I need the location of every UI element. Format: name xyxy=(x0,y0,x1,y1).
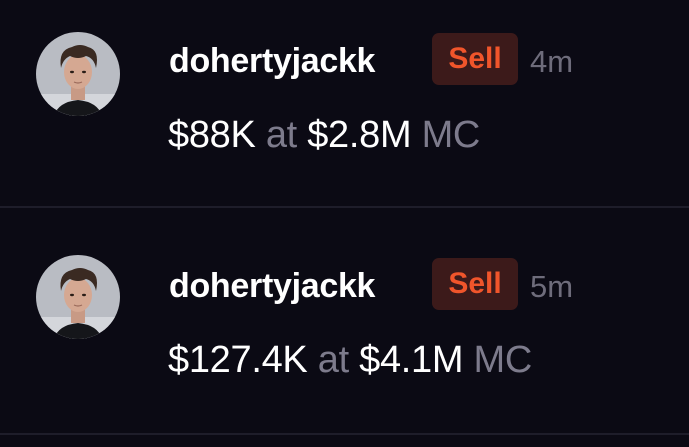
mc-label: MC xyxy=(421,114,481,156)
trade-row[interactable]: dohertyjackk Sell 4m $88K at $2.8M MC xyxy=(0,0,689,205)
username[interactable]: dohertyjackk xyxy=(169,42,375,81)
row-divider xyxy=(0,433,689,435)
avatar[interactable] xyxy=(36,32,120,116)
trade-summary: $127.4K at $4.1M MC xyxy=(168,339,532,382)
at-label: at xyxy=(317,339,349,381)
sell-badge: Sell xyxy=(432,33,518,85)
user-photo-avatar-icon xyxy=(36,255,120,339)
trade-amount: $127.4K xyxy=(168,339,308,381)
username[interactable]: dohertyjackk xyxy=(169,267,375,306)
mc-label: MC xyxy=(473,339,533,381)
market-cap-value: $2.8M xyxy=(307,114,412,156)
row-divider xyxy=(0,206,689,208)
market-cap-value: $4.1M xyxy=(359,339,464,381)
timestamp: 4m xyxy=(530,44,574,79)
sell-badge: Sell xyxy=(432,258,518,310)
user-photo-avatar-icon xyxy=(36,32,120,116)
trade-feed: dohertyjackk Sell 4m $88K at $2.8M MC do… xyxy=(0,0,689,447)
trade-summary: $88K at $2.8M MC xyxy=(168,114,480,157)
at-label: at xyxy=(265,114,297,156)
trade-amount: $88K xyxy=(168,114,256,156)
avatar[interactable] xyxy=(36,255,120,339)
trade-row[interactable]: dohertyjackk Sell 5m $127.4K at $4.1M MC xyxy=(0,222,689,427)
timestamp: 5m xyxy=(530,269,574,304)
